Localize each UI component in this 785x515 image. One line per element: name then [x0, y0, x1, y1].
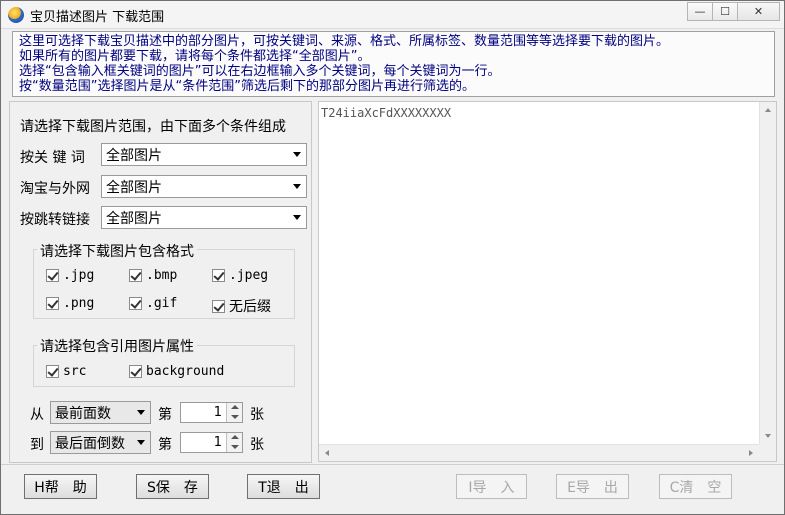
attribute-checkbox-background[interactable]: background	[129, 364, 224, 379]
checkbox-checked-icon	[212, 299, 225, 313]
arrow-up-icon	[231, 405, 239, 409]
format-checkbox-gif[interactable]: .gif	[129, 296, 177, 311]
bottom-divider	[1, 464, 784, 465]
checkbox-checked-icon	[129, 365, 142, 378]
arrow-up-icon	[231, 435, 239, 439]
help-button[interactable]: H帮 助	[24, 474, 97, 499]
export-button[interactable]: E导 出	[556, 474, 629, 499]
format-checkbox-jpg[interactable]: .jpg	[46, 268, 94, 283]
app-icon	[8, 7, 24, 23]
info-line: 如果所有的图片都要下载，请将每个条件都选择“全部图片”。	[19, 49, 371, 64]
keyword-select-value: 全部图片	[106, 148, 162, 164]
scroll-right-icon[interactable]	[749, 450, 753, 456]
source-label: 淘宝与外网	[20, 181, 90, 197]
from-nth-label: 第	[158, 407, 172, 423]
stepper-arrows[interactable]	[226, 433, 242, 452]
chevron-down-icon	[293, 152, 301, 157]
keywords-textarea[interactable]: T24iiaXcFdXXXXXXXX	[318, 101, 777, 462]
scrollbar-corner	[759, 444, 776, 461]
to-count-value: 1	[213, 435, 222, 450]
info-banner: 这里可选择下载宝贝描述中的部分图片，可按关键词、来源、格式、所属标签、数量范围等…	[12, 31, 775, 97]
keyword-select[interactable]: 全部图片	[101, 143, 307, 166]
format-checkbox-jpeg[interactable]: .jpeg	[212, 268, 268, 283]
horizontal-scrollbar[interactable]	[319, 444, 759, 461]
filter-heading: 请选择下载图片范围，由下面多个条件组成	[20, 119, 286, 135]
format-checkbox-bmp[interactable]: .bmp	[129, 268, 177, 283]
maximize-button[interactable]: ☐	[712, 2, 738, 21]
checkbox-checked-icon	[129, 297, 142, 310]
arrow-down-icon	[231, 415, 239, 419]
main-window: 宝贝描述图片 下载范围 — ☐ ✕ 这里可选择下载宝贝描述中的部分图片，可按关键…	[0, 0, 785, 515]
formats-group-title: 请选择下载图片包含格式	[37, 241, 197, 261]
format-checkbox-png[interactable]: .png	[46, 296, 94, 311]
from-unit-label: 张	[250, 407, 264, 423]
to-direction-select[interactable]: 最后面倒数	[50, 431, 151, 454]
to-nth-label: 第	[158, 437, 172, 453]
format-checkbox-no-suffix[interactable]: 无后缀	[212, 296, 271, 316]
from-count-value: 1	[213, 405, 222, 420]
to-unit-label: 张	[250, 437, 264, 453]
chevron-down-icon	[137, 440, 145, 445]
to-direction-value: 最后面倒数	[55, 436, 125, 452]
checkbox-checked-icon	[46, 365, 59, 378]
scroll-down-icon[interactable]	[765, 434, 771, 438]
chevron-down-icon	[293, 215, 301, 220]
info-line: 选择“包含输入框关键词的图片”可以在右边框输入多个关键词，每个关键词为一行。	[19, 64, 501, 79]
filter-panel: 请选择下载图片范围，由下面多个条件组成 按关 键 词 全部图片 淘宝与外网 全部…	[9, 101, 312, 463]
to-count-stepper[interactable]: 1	[180, 432, 243, 453]
arrow-down-icon	[231, 445, 239, 449]
exit-button[interactable]: T退 出	[247, 474, 320, 499]
link-select[interactable]: 全部图片	[101, 206, 307, 229]
window-controls: — ☐ ✕	[687, 2, 780, 22]
chevron-down-icon	[293, 184, 301, 189]
checkbox-checked-icon	[46, 297, 59, 310]
chevron-down-icon	[137, 410, 145, 415]
attributes-group-title: 请选择包含引用图片属性	[37, 336, 197, 356]
scroll-up-icon[interactable]	[765, 108, 771, 112]
clear-button[interactable]: C清 空	[659, 474, 732, 499]
info-line: 按“数量范围”选择图片是从“条件范围”筛选后剩下的那部分图片再进行筛选的。	[19, 79, 475, 94]
scroll-left-icon[interactable]	[325, 450, 329, 456]
from-count-stepper[interactable]: 1	[180, 402, 243, 423]
minimize-icon: —	[694, 5, 706, 18]
window-title: 宝贝描述图片 下载范围	[30, 10, 165, 25]
from-direction-select[interactable]: 最前面数	[50, 401, 151, 424]
maximize-icon: ☐	[720, 5, 730, 18]
checkbox-checked-icon	[129, 269, 142, 282]
minimize-button[interactable]: —	[687, 2, 713, 21]
close-button[interactable]: ✕	[737, 2, 780, 21]
from-direction-value: 最前面数	[55, 406, 111, 422]
source-select[interactable]: 全部图片	[101, 175, 307, 198]
from-label: 从	[30, 407, 44, 423]
keywords-text: T24iiaXcFdXXXXXXXX	[321, 106, 452, 120]
checkbox-checked-icon	[46, 269, 59, 282]
link-select-value: 全部图片	[106, 211, 162, 227]
keyword-label: 按关 键 词	[20, 150, 85, 166]
save-button[interactable]: S保 存	[136, 474, 209, 499]
to-label: 到	[30, 437, 44, 453]
close-icon: ✕	[753, 5, 764, 18]
source-select-value: 全部图片	[106, 180, 162, 196]
title-bar: 宝贝描述图片 下载范围 — ☐ ✕	[1, 1, 784, 29]
attribute-checkbox-src[interactable]: src	[46, 364, 86, 379]
import-button[interactable]: I导 入	[456, 474, 527, 499]
info-line: 这里可选择下载宝贝描述中的部分图片，可按关键词、来源、格式、所属标签、数量范围等…	[19, 34, 670, 49]
vertical-scrollbar[interactable]	[759, 102, 776, 444]
link-label: 按跳转链接	[20, 212, 90, 228]
stepper-arrows[interactable]	[226, 403, 242, 422]
checkbox-checked-icon	[212, 269, 225, 282]
